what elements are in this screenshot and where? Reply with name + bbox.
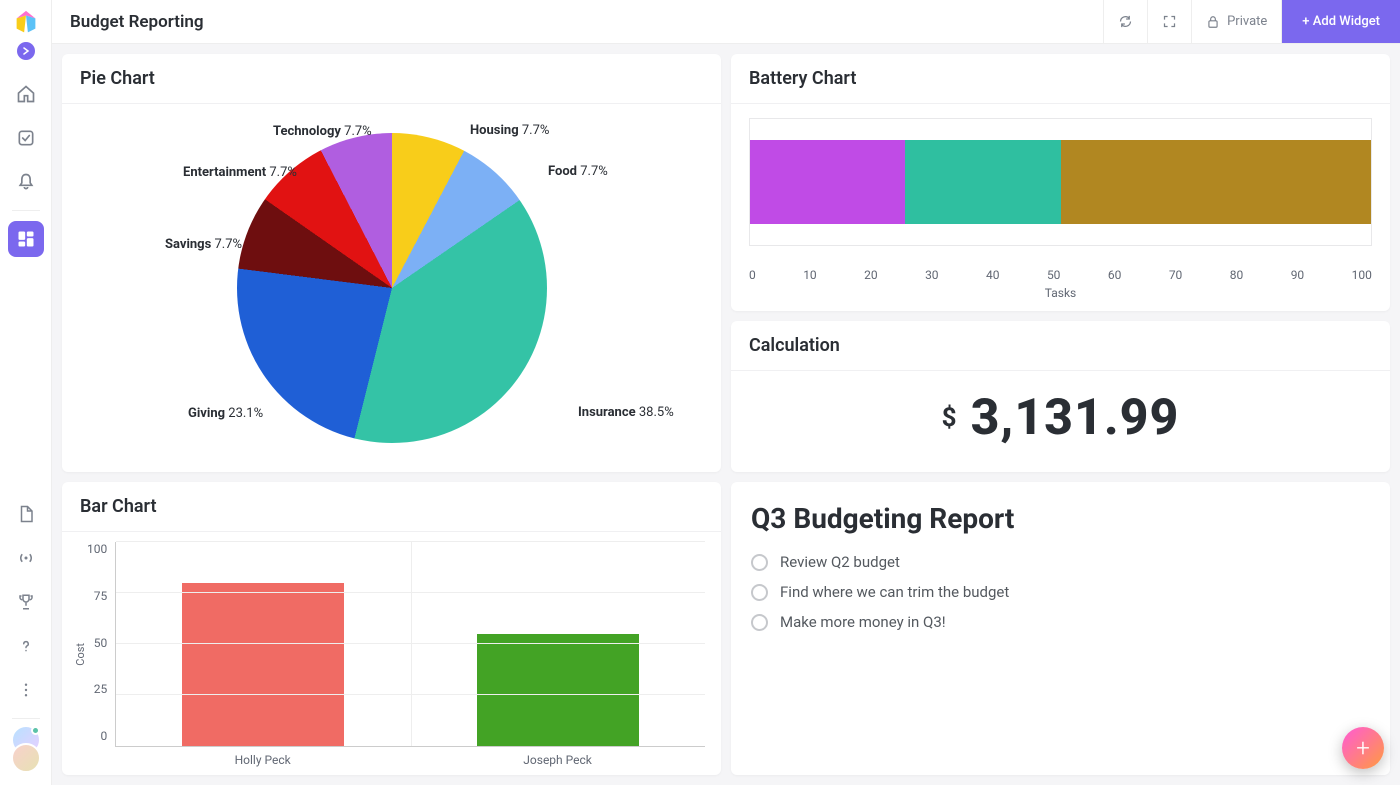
presence-dot-icon	[31, 726, 40, 735]
report-title: Q3 Budgeting Report	[731, 482, 1390, 547]
axis-category: Joseph Peck	[410, 753, 705, 767]
calc-currency: $	[942, 403, 957, 433]
sidebar-item-home[interactable]	[8, 76, 44, 112]
fullscreen-button[interactable]	[1147, 0, 1191, 43]
refresh-icon	[1118, 14, 1133, 29]
pie-slice-label: Food 7.7%	[548, 164, 608, 179]
pie-slice-label: Entertainment 7.7%	[183, 165, 297, 180]
bar-yaxis: 100 75 50 25 0	[87, 542, 115, 767]
pie-slice-label: Savings 7.7%	[165, 237, 242, 252]
calculation-card: Calculation $ 3,131.99	[731, 321, 1390, 472]
add-widget-button[interactable]: + Add Widget	[1281, 0, 1400, 43]
page-title: Budget Reporting	[70, 12, 204, 32]
axis-tick: 0	[100, 729, 107, 743]
checkbox[interactable]	[751, 554, 768, 571]
bar	[182, 583, 344, 746]
sidebar-item-help[interactable]	[8, 628, 44, 664]
clickup-logo-icon[interactable]	[11, 8, 41, 38]
add-widget-label: + Add Widget	[1302, 14, 1380, 29]
battery-segment	[905, 140, 1060, 224]
axis-tick: 80	[1230, 268, 1244, 282]
checklist-item: Make more money in Q3!	[751, 607, 1370, 637]
axis-tick: 20	[864, 268, 878, 282]
battery-xlabel: Tasks	[749, 286, 1372, 300]
axis-tick: 100	[87, 542, 107, 556]
lock-icon	[1206, 15, 1220, 29]
card-title: Pie Chart	[62, 54, 721, 104]
sidebar-item-tasks[interactable]	[8, 120, 44, 156]
quick-create-fab[interactable]: +	[1342, 727, 1384, 769]
pie-slice-label: Housing 7.7%	[470, 123, 549, 138]
plus-icon: +	[1356, 734, 1370, 762]
sidebar-item-more[interactable]	[8, 672, 44, 708]
checklist-label: Review Q2 budget	[780, 553, 900, 571]
card-title: Bar Chart	[62, 482, 721, 532]
axis-tick: 70	[1169, 268, 1183, 282]
private-button[interactable]: Private	[1191, 0, 1281, 43]
bar-chart-card: Bar Chart Cost 100 75 50 25 0 Holly PeckJose…	[62, 482, 721, 775]
card-title: Battery Chart	[731, 54, 1390, 104]
expand-icon	[1162, 14, 1177, 29]
axis-tick: 40	[986, 268, 1000, 282]
card-title: Calculation	[731, 321, 1390, 371]
pie-slice-label: Technology 7.7%	[273, 124, 372, 139]
checklist-label: Find where we can trim the budget	[780, 583, 1009, 601]
pie-slice-label: Giving 23.1%	[188, 406, 263, 421]
checklist-item: Review Q2 budget	[751, 547, 1370, 577]
battery-axis: 0 10 20 30 40 50 60 70 80 90 100	[749, 268, 1372, 282]
battery-segment	[750, 140, 905, 224]
battery-chart-card: Battery Chart 0 10 20 30 40 50 60 70 80 90 100 Tas…	[731, 54, 1390, 311]
axis-tick: 30	[925, 268, 939, 282]
avatar[interactable]	[11, 743, 41, 773]
axis-tick: 75	[94, 589, 108, 603]
header: Budget Reporting Private + Add Widget	[52, 0, 1400, 44]
bar	[477, 634, 639, 746]
battery-segment	[1061, 140, 1372, 224]
sidebar-item-dashboards[interactable]	[8, 221, 44, 257]
checkbox[interactable]	[751, 584, 768, 601]
axis-tick: 0	[749, 268, 756, 282]
axis-tick: 100	[1352, 268, 1372, 282]
axis-tick: 25	[94, 682, 108, 696]
bar-ylabel: Cost	[70, 643, 87, 666]
sidebar-item-pulse[interactable]	[8, 540, 44, 576]
sidebar-item-notifications[interactable]	[8, 164, 44, 200]
refresh-button[interactable]	[1103, 0, 1147, 43]
bar-chart: Cost 100 75 50 25 0 Holly PeckJoseph Peck	[70, 542, 705, 767]
collapse-sidebar-button[interactable]	[17, 42, 35, 60]
checklist-label: Make more money in Q3!	[780, 613, 946, 631]
axis-category: Holly Peck	[115, 753, 410, 767]
battery-chart	[749, 118, 1372, 246]
avatar-stack[interactable]	[8, 725, 44, 777]
calc-value: 3,131.99	[971, 389, 1180, 447]
axis-tick: 50	[1047, 268, 1061, 282]
axis-tick: 50	[94, 636, 108, 650]
report-card: Q3 Budgeting Report Review Q2 budget Find…	[731, 482, 1390, 775]
pie-chart-card: Pie Chart Housing 7.7% Food 7.7% Insurance…	[62, 54, 721, 472]
sidebar-item-docs[interactable]	[8, 496, 44, 532]
left-sidebar	[0, 0, 52, 785]
axis-tick: 10	[803, 268, 817, 282]
axis-tick: 60	[1108, 268, 1122, 282]
sidebar-item-goals[interactable]	[8, 584, 44, 620]
axis-tick: 90	[1291, 268, 1305, 282]
pie-chart: Housing 7.7% Food 7.7% Insurance 38.5% Givi…	[80, 118, 703, 458]
checklist-item: Find where we can trim the budget	[751, 577, 1370, 607]
pie-slice-label: Insurance 38.5%	[578, 405, 674, 420]
bar-xaxis: Holly PeckJoseph Peck	[115, 747, 705, 767]
checkbox[interactable]	[751, 614, 768, 631]
private-label: Private	[1227, 14, 1267, 29]
